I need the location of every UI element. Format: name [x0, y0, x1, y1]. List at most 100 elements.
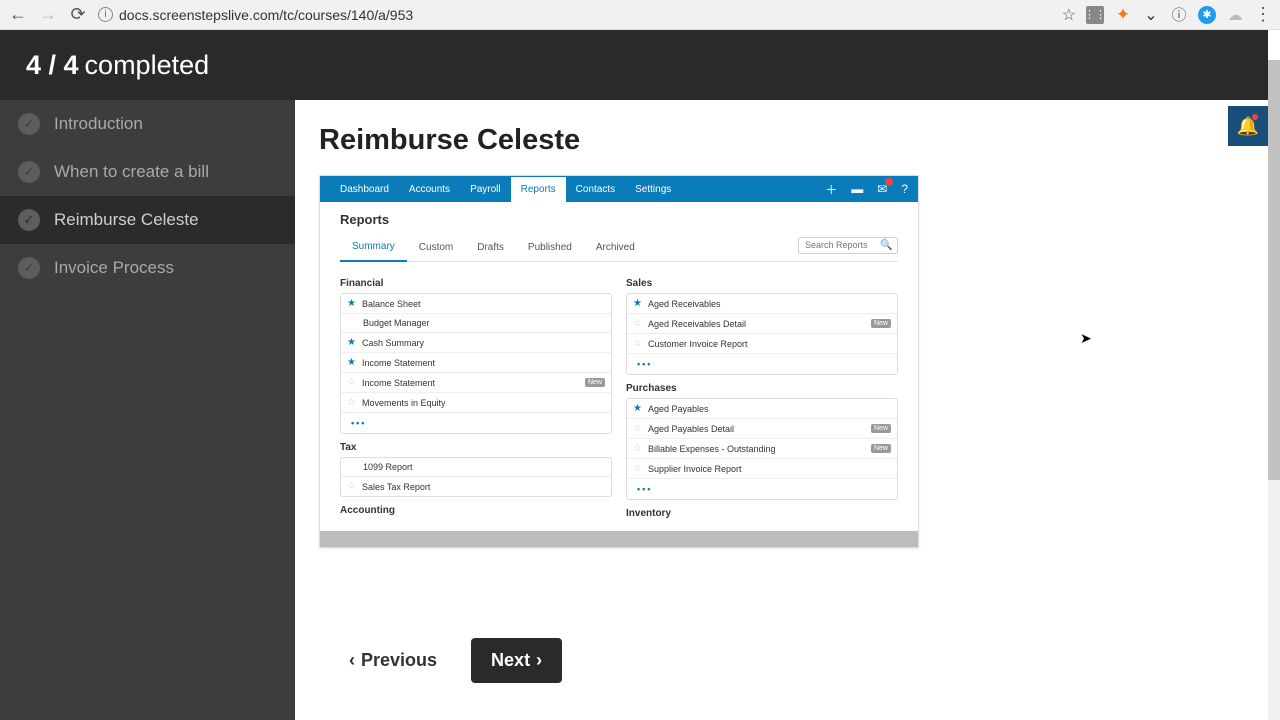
star-filled-icon[interactable]: ★ [347, 357, 356, 368]
main-content: Reimburse Celeste DashboardAccountsPayro… [295, 30, 1280, 720]
search-reports-input[interactable]: 🔍 [798, 237, 898, 254]
sidebar-item-label: When to create a bill [54, 162, 209, 182]
report-group-title: Accounting [340, 505, 612, 516]
star-outline-icon[interactable]: ☆ [347, 397, 356, 408]
extension-icon[interactable]: ⋮⋮ [1086, 6, 1104, 24]
browser-toolbar: ← → ⟳ i docs.screenstepslive.com/tc/cour… [0, 0, 1280, 30]
report-item[interactable]: ☆ Aged Receivables Detail New [627, 314, 897, 334]
report-item[interactable]: ☆Supplier Invoice Report [627, 459, 897, 479]
site-info-icon[interactable]: i [98, 7, 113, 22]
report-name: Aged Payables Detail [648, 424, 734, 434]
star-filled-icon[interactable]: ★ [347, 337, 356, 348]
reports-heading: Reports [340, 212, 898, 227]
report-list: ★Aged Receivables ☆ Aged Receivables Detai… [626, 293, 898, 375]
more-reports[interactable]: ••• [627, 354, 897, 374]
notifications-button[interactable]: 🔔 [1228, 106, 1268, 146]
star-outline-icon[interactable]: ☆ [633, 423, 642, 434]
check-icon: ✓ [18, 257, 40, 279]
info-extension-icon[interactable]: ⓘ [1170, 6, 1188, 24]
star-filled-icon[interactable]: ★ [633, 403, 642, 414]
star-outline-icon[interactable]: ☆ [347, 481, 356, 492]
star-outline-icon[interactable]: ☆ [633, 443, 642, 454]
report-name: Aged Receivables Detail [648, 319, 746, 329]
folder-icon[interactable]: ▬ [851, 182, 863, 196]
reload-icon[interactable]: ⟳ [68, 4, 88, 25]
report-name: 1099 Report [363, 462, 413, 472]
lesson-sidebar: ✓ Introduction ✓ When to create a bill ✓… [0, 30, 295, 720]
app-nav-tab-dashboard[interactable]: Dashboard [330, 177, 399, 202]
report-item[interactable]: ☆ Billable Expenses - Outstanding New [627, 439, 897, 459]
browser-menu-icon[interactable]: ⋮ [1254, 4, 1272, 25]
star-filled-icon[interactable]: ★ [633, 298, 642, 309]
sidebar-item-introduction[interactable]: ✓ Introduction [0, 100, 295, 148]
extension-blue-icon[interactable]: ✱ [1198, 6, 1216, 24]
search-input-field[interactable] [805, 240, 880, 250]
report-subtab-summary[interactable]: Summary [340, 233, 407, 262]
sidebar-item-reimburse-celeste[interactable]: ✓ Reimburse Celeste [0, 196, 295, 244]
star-outline-icon[interactable]: ☆ [633, 318, 642, 329]
report-item[interactable]: ★ Balance Sheet [341, 294, 611, 314]
vertical-scrollbar[interactable] [1268, 60, 1280, 720]
star-filled-icon[interactable]: ★ [347, 298, 356, 309]
new-badge: New [871, 319, 891, 328]
hubspot-icon[interactable]: ✦ [1114, 6, 1132, 24]
previous-label: Previous [361, 650, 437, 671]
notification-badge [1252, 114, 1258, 120]
app-nav-tab-contacts[interactable]: Contacts [566, 177, 625, 202]
app-navbar: DashboardAccountsPayrollReportsContactsS… [320, 176, 918, 202]
report-group-title: Purchases [626, 383, 898, 394]
report-item[interactable]: 1099 Report [341, 458, 611, 477]
report-item[interactable]: ★Income Statement [341, 353, 611, 373]
chevron-right-icon: › [536, 650, 542, 671]
report-item[interactable]: ☆ Movements in Equity [341, 393, 611, 413]
report-item[interactable]: ☆Income StatementNew [341, 373, 611, 393]
report-item[interactable]: ★Aged Receivables [627, 294, 897, 314]
new-badge: New [871, 444, 891, 453]
app-nav-tab-settings[interactable]: Settings [625, 177, 681, 202]
course-progress-header: 4 / 4 completed [0, 30, 1268, 100]
report-item[interactable]: ★Cash Summary [341, 333, 611, 353]
next-button[interactable]: Next › [471, 638, 562, 683]
bookmark-star-icon[interactable]: ☆ [1062, 5, 1076, 25]
sidebar-item-label: Reimburse Celeste [54, 210, 199, 230]
page-title: Reimburse Celeste [319, 124, 1250, 157]
report-subtab-published[interactable]: Published [516, 234, 584, 261]
more-reports[interactable]: ••• [627, 479, 897, 499]
sidebar-item-invoice-process[interactable]: ✓ Invoice Process [0, 244, 295, 292]
address-bar[interactable]: i docs.screenstepslive.com/tc/courses/14… [98, 7, 1052, 23]
app-nav-tab-payroll[interactable]: Payroll [460, 177, 511, 202]
search-icon: 🔍 [880, 240, 892, 251]
pocket-icon[interactable]: ⌄ [1142, 6, 1160, 24]
report-subtab-archived[interactable]: Archived [584, 234, 647, 261]
report-item[interactable]: ☆Aged Payables DetailNew [627, 419, 897, 439]
forward-icon[interactable]: → [38, 4, 58, 25]
report-name: Balance Sheet [362, 299, 421, 309]
star-outline-icon[interactable]: ☆ [633, 463, 642, 474]
lesson-pager: ‹ Previous Next › [319, 638, 1250, 683]
plus-icon[interactable]: ＋ [825, 181, 837, 198]
url-text: docs.screenstepslive.com/tc/courses/140/… [119, 7, 413, 23]
new-badge: New [585, 378, 605, 387]
cloud-icon[interactable]: ☁ [1226, 6, 1244, 24]
app-nav-tab-reports[interactable]: Reports [511, 177, 566, 202]
screenshot-crop-edge [320, 531, 918, 547]
more-reports[interactable]: ••• [341, 413, 611, 433]
report-name: Movements in Equity [362, 398, 446, 408]
report-item[interactable]: ☆Sales Tax Report [341, 477, 611, 496]
report-subtab-custom[interactable]: Custom [407, 234, 465, 261]
help-icon[interactable]: ? [901, 182, 908, 196]
star-outline-icon[interactable]: ☆ [633, 338, 642, 349]
scrollbar-thumb[interactable] [1268, 60, 1280, 480]
sidebar-item-when-to-create[interactable]: ✓ When to create a bill [0, 148, 295, 196]
mail-icon[interactable]: ✉ [877, 182, 887, 196]
report-name: Billable Expenses - Outstanding [648, 444, 776, 454]
app-nav-tab-accounts[interactable]: Accounts [399, 177, 460, 202]
report-item[interactable]: ★Aged Payables [627, 399, 897, 419]
star-outline-icon[interactable]: ☆ [347, 377, 356, 388]
report-item[interactable]: ☆Customer Invoice Report [627, 334, 897, 354]
report-item[interactable]: Budget Manager [341, 314, 611, 333]
back-icon[interactable]: ← [8, 4, 28, 25]
previous-button[interactable]: ‹ Previous [333, 638, 453, 683]
report-subtab-drafts[interactable]: Drafts [465, 234, 516, 261]
chevron-left-icon: ‹ [349, 650, 355, 671]
